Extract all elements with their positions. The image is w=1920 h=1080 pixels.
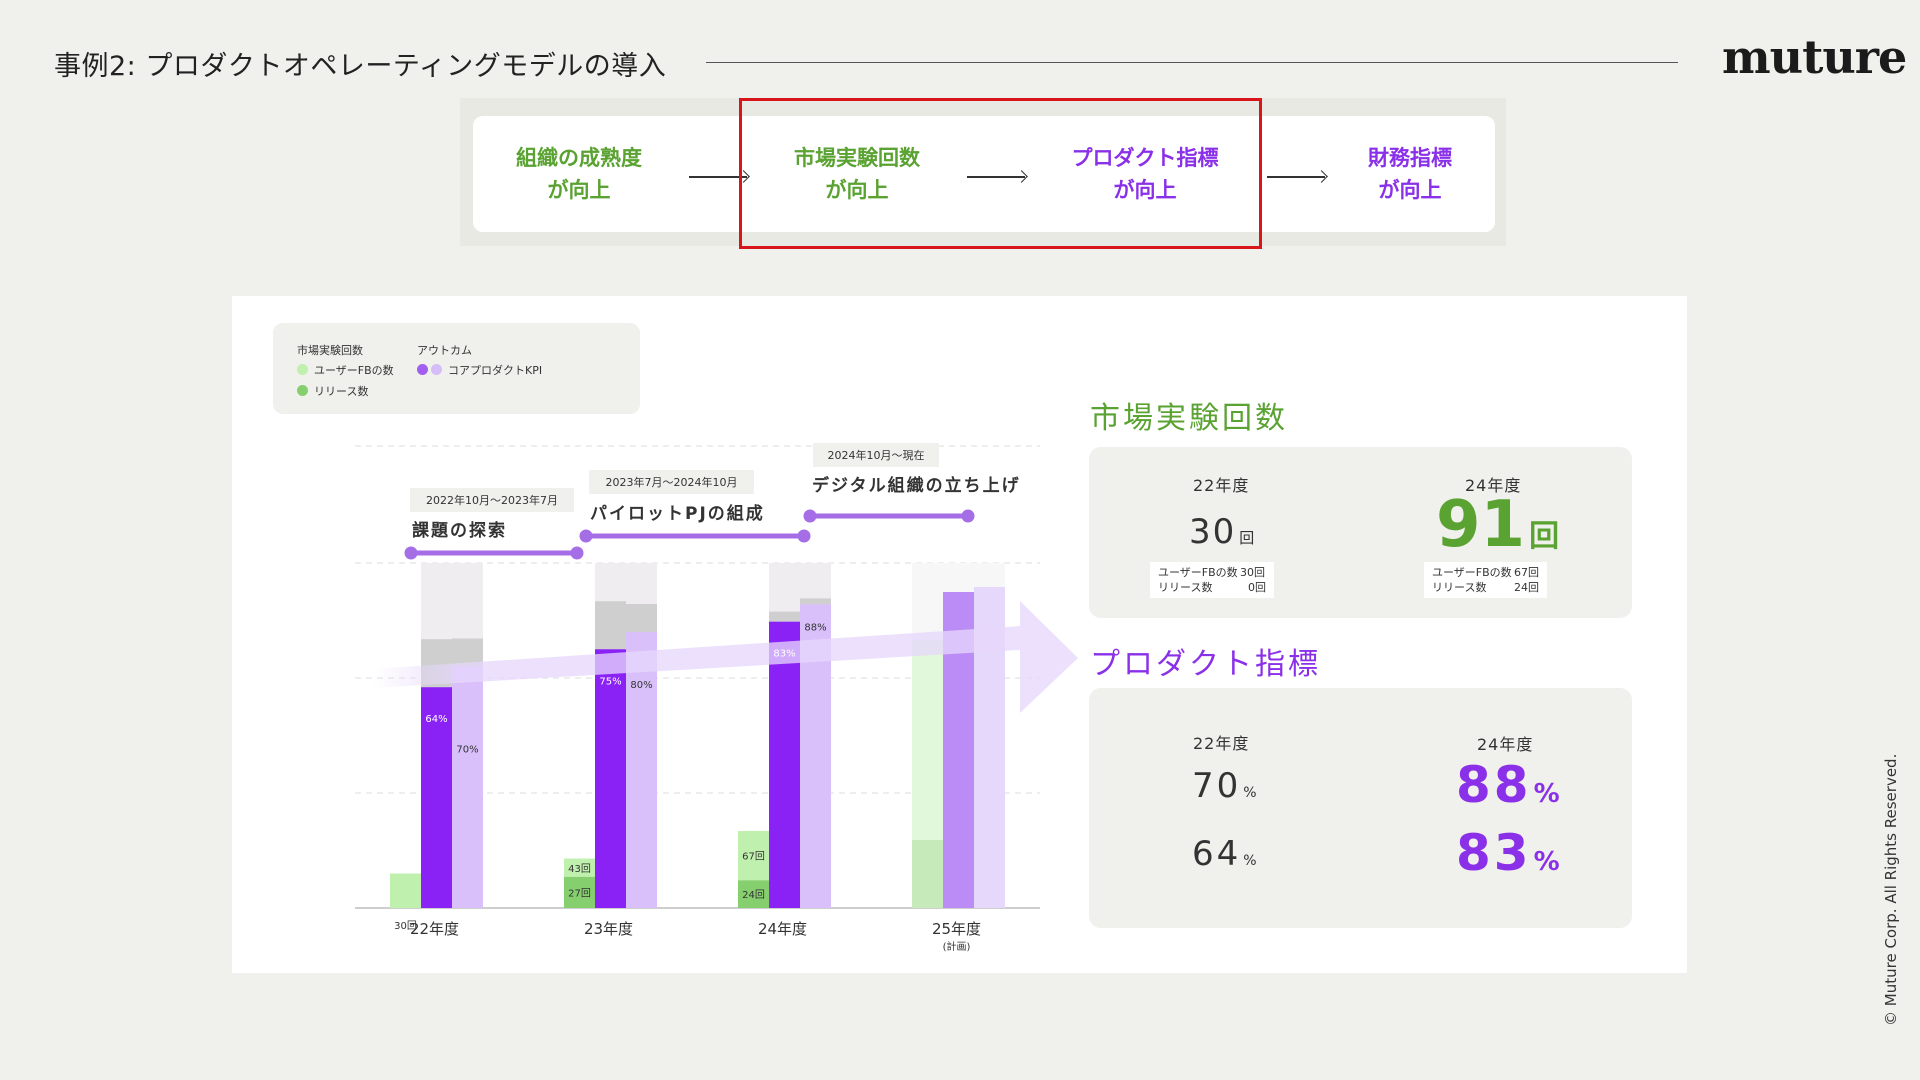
data-label-release: 27回 (568, 887, 591, 899)
phase-end-dot (961, 509, 975, 523)
value-unit: % (1243, 853, 1257, 869)
data-label-kpi-dark: 83% (773, 649, 795, 660)
bar-plan-release (912, 840, 943, 908)
value-number: 88 (1456, 756, 1532, 814)
data-label-kpi-dark: 64% (425, 714, 447, 725)
bar-kpi-dark (595, 649, 626, 908)
chart-bars (390, 563, 1005, 908)
phase-start-dot (803, 509, 817, 523)
bar-kpi-prev (595, 601, 626, 650)
bar-kpi-light (452, 666, 483, 908)
product-row2-to: 83% (1456, 824, 1560, 882)
x-tick-label: 25年度 (932, 920, 981, 938)
data-label-count: 67回 (742, 851, 765, 863)
value-unit: % (1533, 779, 1560, 809)
x-tick-label: 24年度 (758, 920, 807, 938)
note-value: 0回 (1248, 581, 1266, 594)
bar-kpi-dark (769, 621, 800, 908)
value-number: 83 (1456, 824, 1532, 882)
market-to-value: 91 回 (1436, 488, 1559, 562)
phase-label: パイロットPJの組成 (590, 503, 765, 524)
phase-end-dot (797, 529, 811, 543)
data-label-kpi-light: 88% (804, 622, 826, 633)
note-value: 30回 (1240, 566, 1265, 579)
value-unit: 回 (1529, 519, 1560, 554)
bar-kpi-prev (769, 611, 800, 622)
data-label-kpi-light: 80% (630, 680, 652, 691)
phase-period: 2022年10月～2023年7月 (426, 493, 558, 507)
data-label-count: 43回 (568, 863, 591, 875)
market-section-title: 市場実験回数 (1090, 401, 1288, 436)
note-label: リリース数 (1432, 581, 1487, 594)
data-label-kpi-dark: 75% (599, 676, 621, 687)
product-section-title: プロダクト指標 (1090, 647, 1321, 682)
value-number: 70 (1192, 766, 1242, 806)
value-number: 30 (1189, 512, 1237, 552)
bar-kpi-prev (626, 604, 657, 632)
data-label-release: 24回 (742, 889, 765, 901)
note-label: ユーザーFBの数 (1158, 566, 1238, 579)
phase-period: 2024年10月～現在 (828, 448, 925, 462)
phase-label: デジタル組織の立ち上げ (812, 475, 1021, 496)
market-from-year: 22年度 (1193, 476, 1250, 495)
chart-phases: 2022年10月～2023年7月課題の探索 2023年7月～2024年10月パイロ… (404, 443, 1021, 560)
data-label-kpi-light: 70% (456, 745, 478, 756)
bar-kpi-light (626, 632, 657, 908)
product-to-year: 24年度 (1477, 735, 1534, 754)
market-from-note: ユーザーFBの数 30回 リリース数 0回 (1150, 562, 1274, 598)
phase-start-dot (404, 546, 418, 560)
note-label: リリース数 (1158, 581, 1213, 594)
product-from-year: 22年度 (1193, 734, 1250, 753)
note-label: ユーザーFBの数 (1432, 566, 1512, 579)
phase-start-dot (579, 529, 593, 543)
phase-end-dot (570, 546, 584, 560)
phase-period: 2023年7月～2024年10月 (606, 475, 738, 489)
product-row1-from: 70% (1192, 766, 1257, 806)
product-row1-to: 88% (1456, 756, 1560, 814)
market-from-value: 30 回 (1189, 512, 1254, 552)
value-unit: % (1533, 847, 1560, 877)
x-tick-label: 23年度 (584, 920, 633, 938)
x-tick-note: (計画) (943, 940, 971, 953)
bar-userfb (390, 873, 421, 908)
bar-chart: 30回64%70%43回27回75% 80%67回24回83%88%22年度 23年… (355, 443, 1405, 953)
value-unit: 回 (1239, 529, 1255, 547)
market-to-note: ユーザーFBの数 67回 リリース数 24回 (1424, 562, 1547, 598)
note-value: 24回 (1514, 581, 1539, 594)
phase-label: 課題の探索 (412, 520, 507, 541)
value-number: 64 (1192, 834, 1242, 874)
product-row2-from: 64% (1192, 834, 1257, 874)
bar-kpi-prev (800, 598, 831, 605)
note-value: 67回 (1514, 566, 1539, 579)
value-unit: % (1243, 785, 1257, 801)
value-number: 91 (1436, 488, 1526, 562)
x-tick-label: 22年度 (410, 920, 459, 938)
